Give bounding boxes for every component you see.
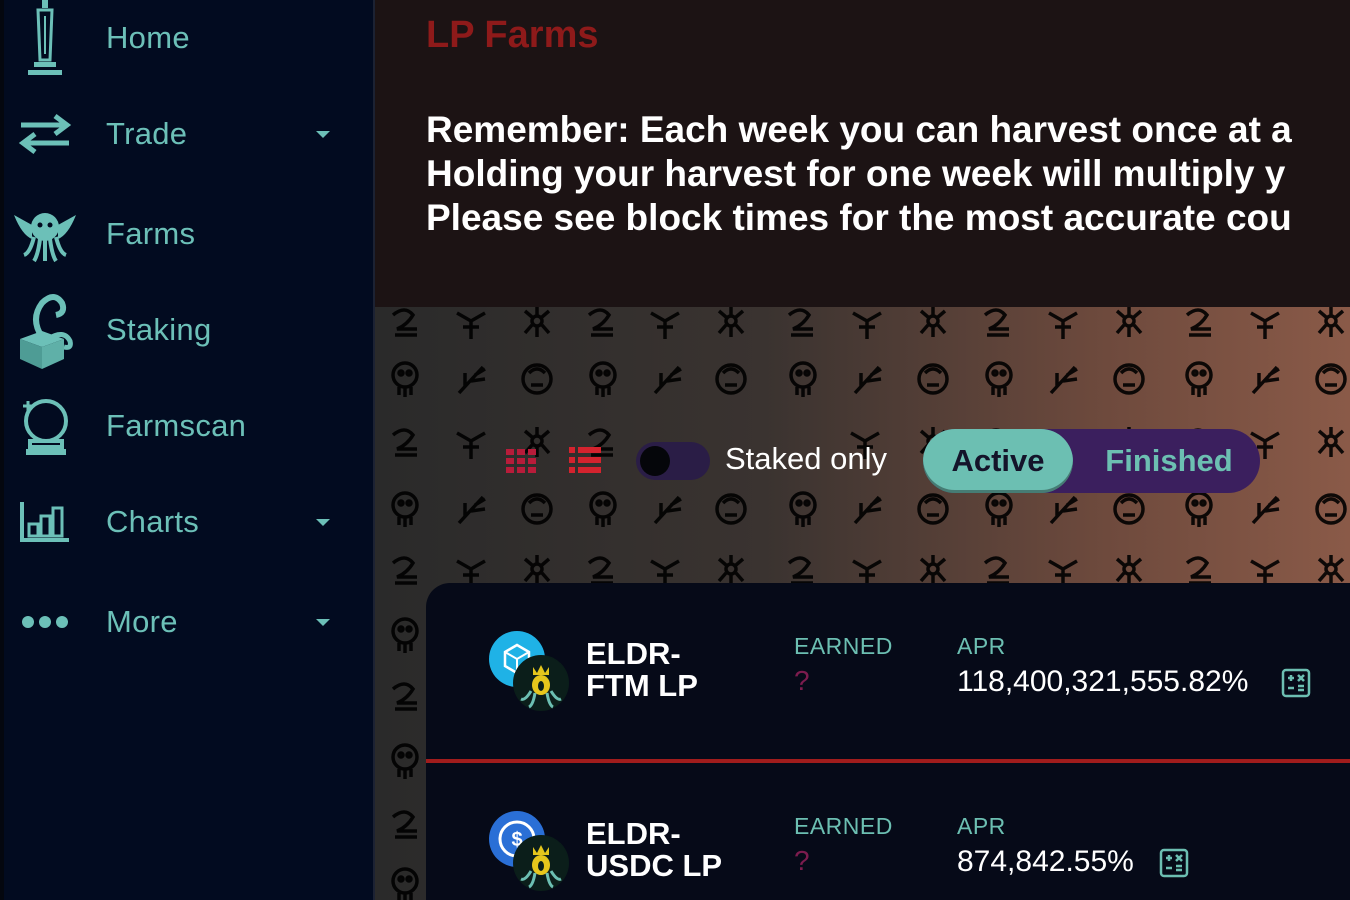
obelisk-icon [12, 0, 78, 75]
calculator-icon[interactable] [1159, 848, 1189, 878]
farm-row-eldr-ftm[interactable]: ELDR- FTM LP EARNED ? APR 118,400,321,55… [426, 583, 1350, 753]
earned-label: EARNED [794, 633, 893, 659]
nav-farms-label: Farms [106, 216, 196, 251]
nav-more[interactable]: More [4, 592, 374, 652]
grid-view-icon[interactable] [506, 449, 536, 473]
nav-trade-label: Trade [106, 116, 188, 151]
toggle-knob [640, 446, 670, 476]
nav-staking[interactable]: Staking [4, 294, 374, 369]
tentacle-icon [12, 294, 78, 369]
chevron-down-icon[interactable] [316, 130, 330, 138]
nav-staking-label: Staking [106, 312, 212, 347]
page-title: LP Farms [426, 14, 599, 56]
farm-name-line: FTM LP [586, 668, 698, 703]
cthulhu-icon [12, 201, 78, 267]
crystal-ball-icon [12, 393, 78, 459]
farm-name-line: ELDR- [586, 816, 681, 851]
earned-value: ? [794, 665, 810, 696]
main-content: LP Farms Remember: Each week you can har… [375, 0, 1350, 900]
farm-row-eldr-usdc[interactable]: $ ELDR- USDC LP EARNED ? APR 874,842.55% [426, 763, 1350, 900]
swap-arrows-icon [12, 101, 78, 167]
earned-label: EARNED [794, 813, 893, 839]
nav-home[interactable]: Home [4, 0, 374, 75]
chevron-down-icon[interactable] [316, 618, 330, 626]
nav-trade[interactable]: Trade [4, 104, 374, 164]
staked-only-label: Staked only [725, 441, 887, 476]
tab-active[interactable]: Active [923, 429, 1073, 493]
harvest-notice: Remember: Each week you can harvest once… [426, 108, 1292, 240]
farm-name: ELDR- USDC LP [586, 818, 722, 882]
active-finished-switch: Active Finished [923, 429, 1260, 493]
nav-more-label: More [106, 604, 178, 639]
apr-value: 118,400,321,555.82% [957, 665, 1249, 698]
chevron-down-icon[interactable] [316, 518, 330, 526]
apr-label: APR [957, 813, 1006, 839]
nav-farms[interactable]: Farms [4, 204, 374, 264]
eldr-token-icon [513, 655, 569, 711]
ellipsis-icon [12, 589, 78, 655]
apr-value: 874,842.55% [957, 845, 1134, 878]
tab-finished[interactable]: Finished [1078, 429, 1260, 493]
sidebar: Home Trade Farms Staking Farmscan Charts… [0, 0, 375, 900]
eldr-token-icon [513, 835, 569, 891]
notice-line: Please see block times for the most accu… [426, 197, 1292, 238]
nav-home-label: Home [106, 20, 190, 55]
notice-line: Remember: Each week you can harvest once… [426, 109, 1292, 150]
apr-label: APR [957, 633, 1006, 659]
notice-line: Holding your harvest for one week will m… [426, 153, 1286, 194]
farm-name-line: ELDR- [586, 636, 681, 671]
farm-name: ELDR- FTM LP [586, 638, 698, 702]
nav-farmscan-label: Farmscan [106, 408, 247, 443]
farm-name-line: USDC LP [586, 848, 723, 883]
farm-list: ELDR- FTM LP EARNED ? APR 118,400,321,55… [426, 583, 1350, 900]
staked-only-toggle[interactable] [636, 442, 710, 480]
nav-charts-label: Charts [106, 504, 200, 539]
farms-banner: LP Farms Remember: Each week you can har… [375, 0, 1350, 307]
nav-charts[interactable]: Charts [4, 492, 374, 552]
calculator-icon[interactable] [1281, 668, 1311, 698]
nav-farmscan[interactable]: Farmscan [4, 396, 374, 456]
bar-chart-icon [12, 489, 78, 555]
earned-value: ? [794, 845, 810, 876]
list-view-icon[interactable] [569, 447, 601, 473]
